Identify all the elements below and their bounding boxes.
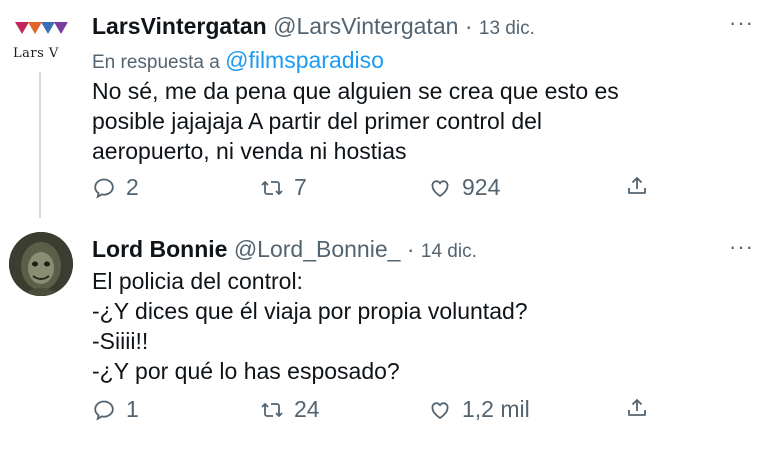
tweet-header: LarsVintergatan @LarsVintergatan · 13 di…	[92, 13, 535, 40]
like-button[interactable]: 924	[428, 174, 500, 201]
retweet-count: 7	[294, 174, 307, 200]
tweet-header: Lord Bonnie @Lord_Bonnie_ · 14 dic.	[92, 236, 477, 263]
avatar[interactable]: Lars V	[9, 8, 73, 72]
tweet-actions: 2 7 924	[92, 174, 762, 204]
tweet-text-line: -¿Y dices que él viaja por propia volunt…	[92, 298, 528, 324]
retweet-count: 24	[294, 396, 320, 422]
display-name[interactable]: LarsVintergatan	[92, 13, 267, 39]
heart-icon	[431, 401, 449, 419]
reply-count: 1	[126, 396, 139, 422]
like-count: 1,2 mil	[462, 396, 530, 422]
retweet-icon	[261, 180, 283, 195]
retweet-button[interactable]: 24	[260, 396, 320, 423]
share-icon	[628, 177, 646, 194]
more-icon[interactable]: ···	[729, 234, 754, 260]
tweet-date[interactable]: 14 dic.	[421, 241, 477, 262]
tweet-text: No sé, me da pena que alguien se crea qu…	[92, 76, 619, 166]
reply-button[interactable]: 2	[92, 174, 139, 201]
tweet-actions: 1 24 1,2 mil	[92, 396, 762, 426]
reply-icon	[94, 178, 114, 199]
share-button[interactable]	[625, 396, 649, 420]
separator-dot: ·	[464, 13, 473, 39]
tweet-date[interactable]: 13 dic.	[479, 18, 535, 39]
avatar-image	[9, 232, 73, 296]
share-icon	[628, 399, 646, 416]
tweet-text-line: El policia del control:	[92, 268, 303, 294]
reply-button[interactable]: 1	[92, 396, 139, 423]
tweet-text-line: posible jajajaja A partir del primer con…	[92, 108, 543, 134]
reply-count: 2	[126, 174, 139, 200]
like-count: 924	[462, 174, 501, 200]
tweet-text-line: No sé, me da pena que alguien se crea qu…	[92, 78, 619, 104]
tweet[interactable]: Lord Bonnie @Lord_Bonnie_ · 14 dic. ··· …	[0, 218, 768, 455]
tweet-text-line: -¿Y por qué lo has esposado?	[92, 358, 400, 384]
tweet-text-line: -Siiii!!	[92, 328, 149, 354]
user-handle[interactable]: @Lord_Bonnie_	[234, 236, 401, 262]
like-button[interactable]: 1,2 mil	[428, 396, 530, 423]
thread-connector-line	[39, 68, 41, 218]
retweet-icon	[261, 402, 283, 417]
tweet-text: El policia del control: -¿Y dices que él…	[92, 266, 528, 386]
reply-mention-link[interactable]: @filmsparadiso	[225, 47, 384, 73]
more-icon[interactable]: ···	[729, 10, 754, 36]
user-handle[interactable]: @LarsVintergatan	[273, 13, 458, 39]
heart-icon	[431, 179, 449, 197]
tweet-text-line: aeropuerto, ni venda ni hostias	[92, 138, 407, 164]
share-button[interactable]	[625, 174, 649, 198]
retweet-button[interactable]: 7	[260, 174, 307, 201]
reply-prefix: En respuesta a	[92, 52, 220, 73]
avatar-logo-text: Lars V	[13, 46, 59, 61]
display-name[interactable]: Lord Bonnie	[92, 236, 227, 262]
avatar[interactable]	[9, 232, 73, 296]
tweet[interactable]: Lars V LarsVintergatan @LarsVintergatan …	[0, 0, 768, 218]
reply-icon	[94, 400, 114, 421]
separator-dot: ·	[406, 236, 415, 262]
reply-context: En respuesta a @filmsparadiso	[92, 47, 384, 74]
